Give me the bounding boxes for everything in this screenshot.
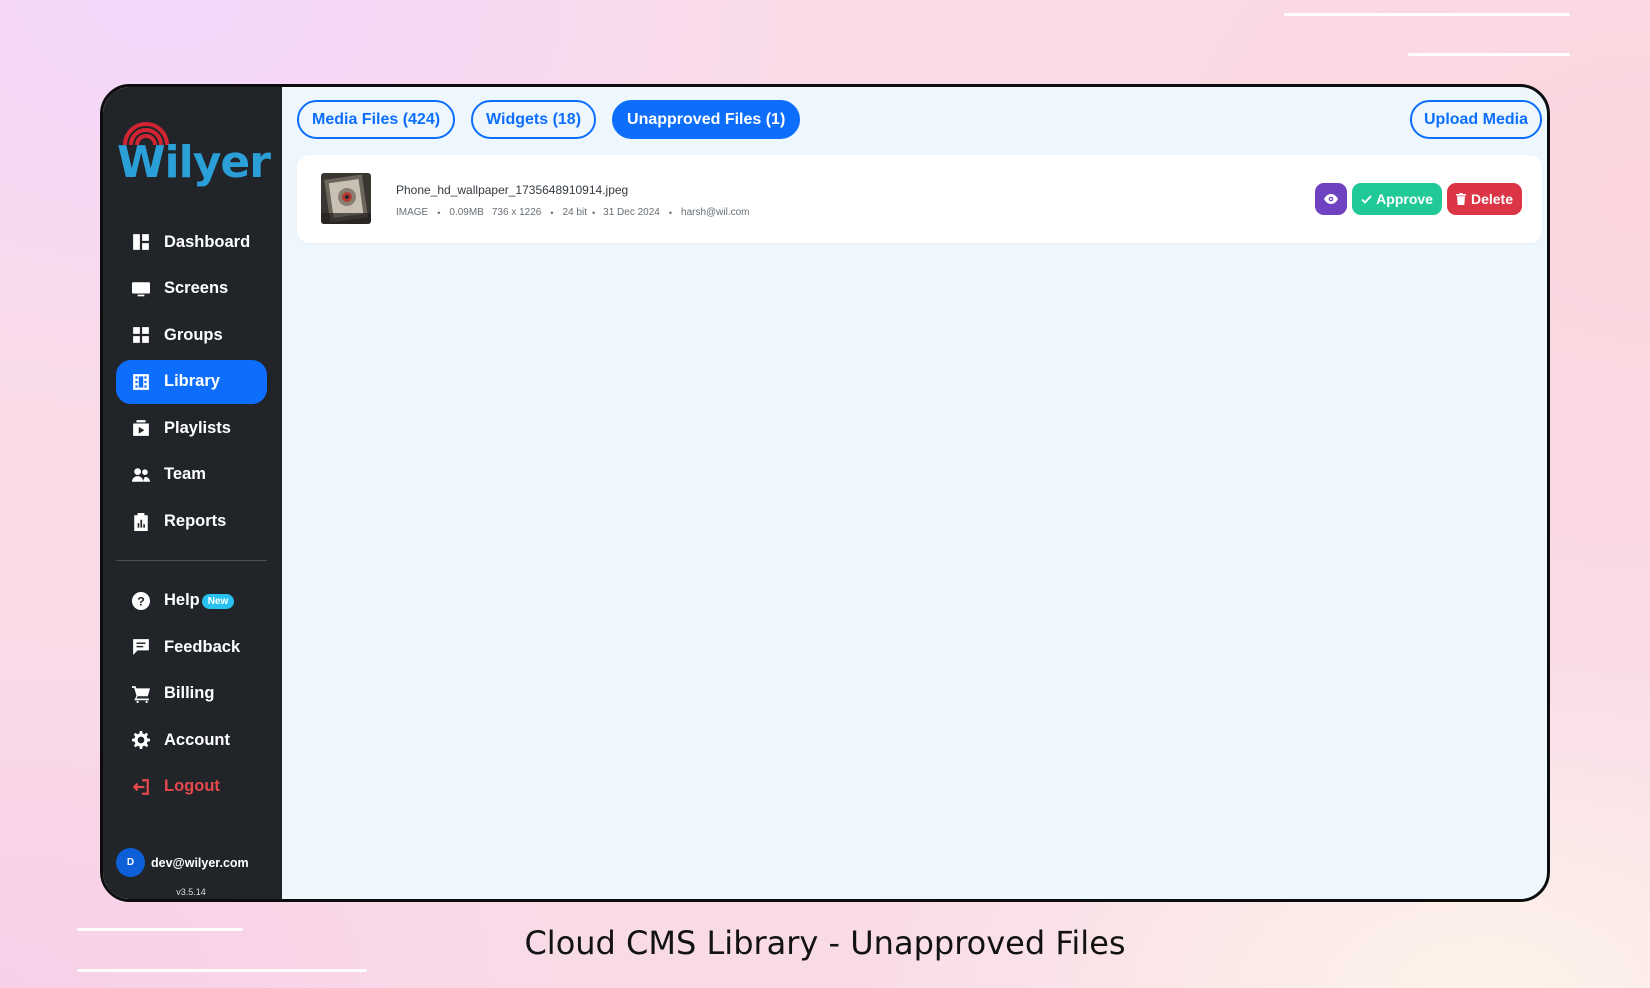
sidebar-item-groups[interactable]: Groups xyxy=(116,313,267,357)
meta-separator: • xyxy=(437,207,441,218)
decorative-line xyxy=(1284,13,1570,16)
brand-name: Wilyer xyxy=(117,137,271,188)
sidebar-item-screens[interactable]: Screens xyxy=(116,267,267,311)
sidebar-item-label: Library xyxy=(164,372,220,391)
upload-media-button[interactable]: Upload Media xyxy=(1409,100,1542,139)
dashboard-icon xyxy=(132,233,150,251)
approve-label: Approve xyxy=(1376,191,1433,207)
gear-icon xyxy=(132,731,150,750)
file-actions: Approve Delete xyxy=(1315,183,1522,215)
file-size: 0.09MB xyxy=(449,207,484,218)
sidebar-item-label: Dashboard xyxy=(164,232,251,251)
sidebar-item-help[interactable]: ? Help New xyxy=(116,579,267,623)
sidebar-nav: Dashboard Screens Groups Library Playlis… xyxy=(116,220,267,812)
logout-icon xyxy=(132,778,150,796)
film-icon xyxy=(132,373,150,391)
sidebar: Wilyer Dashboard Screens Groups Library … xyxy=(103,87,282,899)
eye-icon xyxy=(1324,194,1339,204)
brand-logo: Wilyer xyxy=(117,113,277,193)
help-icon: ? xyxy=(132,591,150,610)
sidebar-item-library[interactable]: Library xyxy=(116,359,267,404)
file-meta: IMAGE • 0.09MB 736 x 1226 • 24 bit • 31 … xyxy=(396,207,750,218)
sidebar-item-playlists[interactable]: Playlists xyxy=(116,406,267,450)
tab-media-files[interactable]: Media Files (424) xyxy=(297,100,456,139)
sidebar-item-label: Billing xyxy=(164,684,215,703)
svg-text:?: ? xyxy=(137,594,145,608)
sidebar-item-label: Reports xyxy=(164,512,227,531)
sidebar-item-label: Account xyxy=(164,730,230,749)
file-uploader: harsh@wil.com xyxy=(681,207,750,218)
sidebar-item-label: Team xyxy=(164,465,206,484)
sidebar-item-label: Screens xyxy=(164,279,229,298)
tab-widgets[interactable]: Widgets (18) xyxy=(471,100,597,139)
main-content: Media Files (424) Widgets (18) Unapprove… xyxy=(282,87,1547,899)
avatar: D xyxy=(116,848,145,877)
delete-button[interactable]: Delete xyxy=(1446,183,1522,215)
user-email: dev@wilyer.com xyxy=(151,855,249,870)
decorative-line xyxy=(1408,53,1570,56)
decorative-line xyxy=(77,969,367,972)
sidebar-item-label: Playlists xyxy=(164,418,231,437)
new-badge: New xyxy=(201,594,235,610)
meta-separator: • xyxy=(668,207,673,218)
sidebar-item-label: Logout xyxy=(164,777,220,796)
file-date: 31 Dec 2024 xyxy=(603,207,660,218)
sidebar-item-feedback[interactable]: Feedback xyxy=(116,625,267,669)
sidebar-item-dashboard[interactable]: Dashboard xyxy=(116,220,267,264)
meta-separator: • xyxy=(591,207,596,218)
clipboard-icon xyxy=(132,512,150,531)
version-label: v3.5.14 xyxy=(176,887,206,897)
page-caption: Cloud CMS Library - Unapproved Files xyxy=(524,924,1126,962)
feedback-icon xyxy=(132,638,150,656)
monitor-icon xyxy=(132,280,150,298)
grid-icon xyxy=(132,326,150,344)
file-type: IMAGE xyxy=(396,207,429,218)
trash-icon xyxy=(1455,193,1466,205)
sidebar-item-label: Help xyxy=(164,591,200,610)
view-button[interactable] xyxy=(1315,183,1348,215)
sidebar-item-team[interactable]: Team xyxy=(116,453,267,497)
approve-button[interactable]: Approve xyxy=(1352,183,1442,215)
playlist-icon xyxy=(132,419,150,437)
cart-icon xyxy=(132,685,150,703)
meta-separator: • xyxy=(550,207,554,218)
file-name: Phone_hd_wallpaper_1735648910914.jpeg xyxy=(396,183,629,197)
sidebar-item-billing[interactable]: Billing xyxy=(116,672,267,716)
file-dimensions: 736 x 1226 xyxy=(491,207,542,218)
sidebar-item-account[interactable]: Account xyxy=(116,718,267,762)
team-icon xyxy=(132,466,150,484)
user-profile[interactable]: D dev@wilyer.com xyxy=(116,848,249,877)
sidebar-item-label: Groups xyxy=(164,325,223,344)
list-item: Phone_hd_wallpaper_1735648910914.jpeg IM… xyxy=(297,155,1542,243)
sidebar-item-label: Feedback xyxy=(164,637,241,656)
app-window: Wilyer Dashboard Screens Groups Library … xyxy=(100,84,1550,902)
check-icon xyxy=(1361,194,1372,204)
delete-label: Delete xyxy=(1470,191,1513,207)
file-thumbnail[interactable] xyxy=(321,173,371,224)
sidebar-divider xyxy=(116,559,267,561)
tab-unapproved-files[interactable]: Unapproved Files (1) xyxy=(612,100,801,139)
sidebar-item-reports[interactable]: Reports xyxy=(116,500,267,544)
library-tabs: Media Files (424) Widgets (18) Unapprove… xyxy=(297,100,801,139)
sidebar-item-logout[interactable]: Logout xyxy=(116,765,267,809)
file-bit-depth: 24 bit xyxy=(562,207,587,218)
